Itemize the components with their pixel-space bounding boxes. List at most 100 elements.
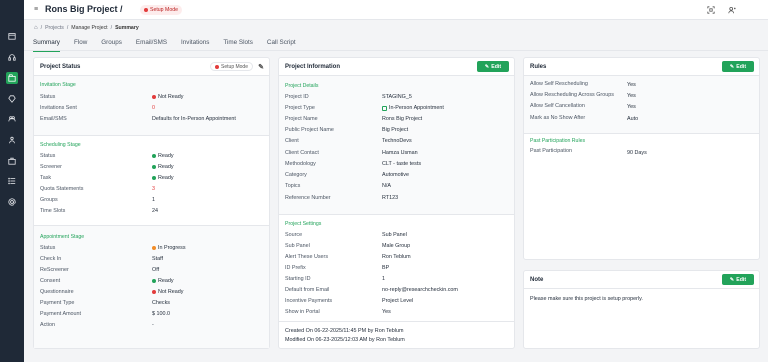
edit-icon[interactable]: ✎	[258, 63, 264, 71]
section-title: Invitation Stage	[40, 82, 76, 88]
row-label: Client Contact	[285, 150, 319, 156]
at-sign-icon[interactable]	[6, 196, 18, 208]
row-label: Consent	[40, 278, 61, 284]
row-label: Check In	[40, 256, 62, 262]
setup-mode-label: Setup Mode	[150, 7, 178, 13]
row-value: Yes	[627, 82, 636, 88]
row-label: Project Type	[285, 105, 315, 111]
row-value: no-reply@researchcheckin.com	[382, 287, 458, 293]
breadcrumb-manage-project[interactable]: Manage Project	[71, 25, 107, 31]
status-text: Ready	[158, 278, 174, 284]
row-value: Off	[152, 267, 160, 273]
setup-mode-badge: Setup Mode	[210, 62, 253, 71]
users-icon[interactable]	[6, 113, 18, 125]
row-label: Quota Statements	[40, 186, 84, 192]
edit-button[interactable]: ✎ Edit	[722, 61, 754, 72]
row-value: Automotive	[382, 172, 409, 178]
row-label: Project Name	[285, 116, 318, 122]
row-value: 0	[152, 105, 155, 111]
rules-header: Rules ✎ Edit	[524, 58, 759, 76]
status-dot	[152, 154, 156, 158]
row-value: Ready	[152, 278, 174, 284]
divider	[524, 133, 759, 134]
breadcrumb-projects[interactable]: Projects	[45, 25, 64, 31]
menu-icon[interactable]: ≡	[34, 6, 38, 13]
row-value: 1	[382, 276, 385, 282]
row-value: 3	[152, 186, 155, 192]
row-value: Ready	[152, 175, 174, 181]
project-status-header: Project Status Setup Mode ✎	[34, 58, 269, 76]
note-card: Note ✎ Edit Please make sure this project…	[523, 270, 760, 349]
card-title: Project Status	[40, 63, 81, 70]
status-dot	[144, 8, 148, 12]
row-label: Project ID	[285, 94, 309, 100]
card-title: Rules	[530, 63, 547, 70]
row-value: Not Ready	[152, 289, 183, 295]
group-icon[interactable]	[6, 134, 18, 146]
page-title: Rons Big Project /	[45, 4, 123, 14]
calendar-icon[interactable]	[6, 30, 18, 42]
status-text: Not Ready	[158, 289, 184, 295]
row-label: ID Prefix	[285, 265, 306, 271]
status-text: Not Ready	[158, 94, 184, 100]
row-label: Time Slots	[40, 208, 66, 214]
rules-card: Rules ✎ Edit Allow Self Rescheduling Yes …	[523, 57, 760, 260]
project-status-card: Project Status Setup Mode ✎ Invitation S…	[33, 57, 270, 349]
row-label: Payment Type	[40, 300, 75, 306]
row-label: Public Project Name	[285, 127, 334, 133]
edit-icon: ✎	[729, 63, 735, 70]
row-value: 90 Days	[627, 150, 647, 156]
section-title: Project Settings	[285, 221, 322, 227]
briefcase-icon[interactable]	[6, 155, 18, 167]
status-dot	[215, 64, 220, 69]
row-value: RT123	[382, 195, 399, 201]
edit-label: Edit	[736, 63, 747, 70]
row-value: N/A	[382, 183, 391, 189]
edit-label: Edit	[491, 63, 502, 70]
row-label: Status	[40, 153, 56, 159]
row-label: Methodology	[285, 161, 316, 167]
row-label: Status	[40, 94, 56, 100]
status-text: In Progress	[158, 245, 186, 251]
divider	[279, 214, 514, 215]
divider	[279, 321, 514, 322]
edit-button[interactable]: ✎ Edit	[477, 61, 509, 72]
in-person-icon	[382, 105, 387, 111]
edit-icon: ✎	[484, 63, 490, 70]
scan-icon[interactable]	[706, 5, 716, 15]
projects-icon[interactable]	[6, 72, 18, 84]
row-label: ReScreener	[40, 267, 69, 273]
row-value: Yes	[627, 104, 636, 110]
row-value: $ 100.0	[152, 311, 170, 317]
list-icon[interactable]	[6, 175, 18, 187]
edit-button[interactable]: ✎ Edit	[722, 274, 754, 285]
top-bar: ≡ Rons Big Project / Setup Mode T	[24, 0, 768, 20]
project-type-text: In-Person Appointment	[389, 105, 444, 111]
row-value: Sub Panel	[382, 232, 407, 238]
row-value: Not Ready	[152, 94, 183, 100]
row-label: Sub Panel	[285, 243, 310, 249]
row-label: Allow Self Cancellation	[530, 103, 585, 109]
row-value: -	[152, 322, 154, 328]
setup-mode-label: Setup Mode	[221, 63, 248, 70]
row-label: Invitations Sent	[40, 105, 77, 111]
row-value: TechnoDevs	[382, 138, 412, 144]
row-value: Ready	[152, 153, 174, 159]
row-value: Male Group	[382, 243, 411, 249]
home-icon[interactable]: ⌂	[34, 25, 38, 31]
row-label: Topics	[285, 183, 301, 189]
row-label: Payment Amount	[40, 311, 82, 317]
row-value: Checks	[152, 300, 170, 306]
row-value: 1	[152, 197, 155, 203]
row-label: Email/SMS	[40, 116, 67, 122]
row-label: Allow Self Rescheduling	[530, 81, 588, 87]
row-value: CLT - taste tests	[382, 161, 422, 167]
status-dot	[152, 165, 156, 169]
edit-label: Edit	[736, 276, 747, 283]
section-title: Appointment Stage	[40, 234, 85, 240]
row-label: Task	[40, 175, 52, 181]
gem-icon[interactable]	[6, 93, 18, 105]
headset-icon[interactable]	[6, 51, 18, 63]
row-label: Starting ID	[285, 276, 311, 282]
user-switch-icon[interactable]	[727, 5, 737, 15]
